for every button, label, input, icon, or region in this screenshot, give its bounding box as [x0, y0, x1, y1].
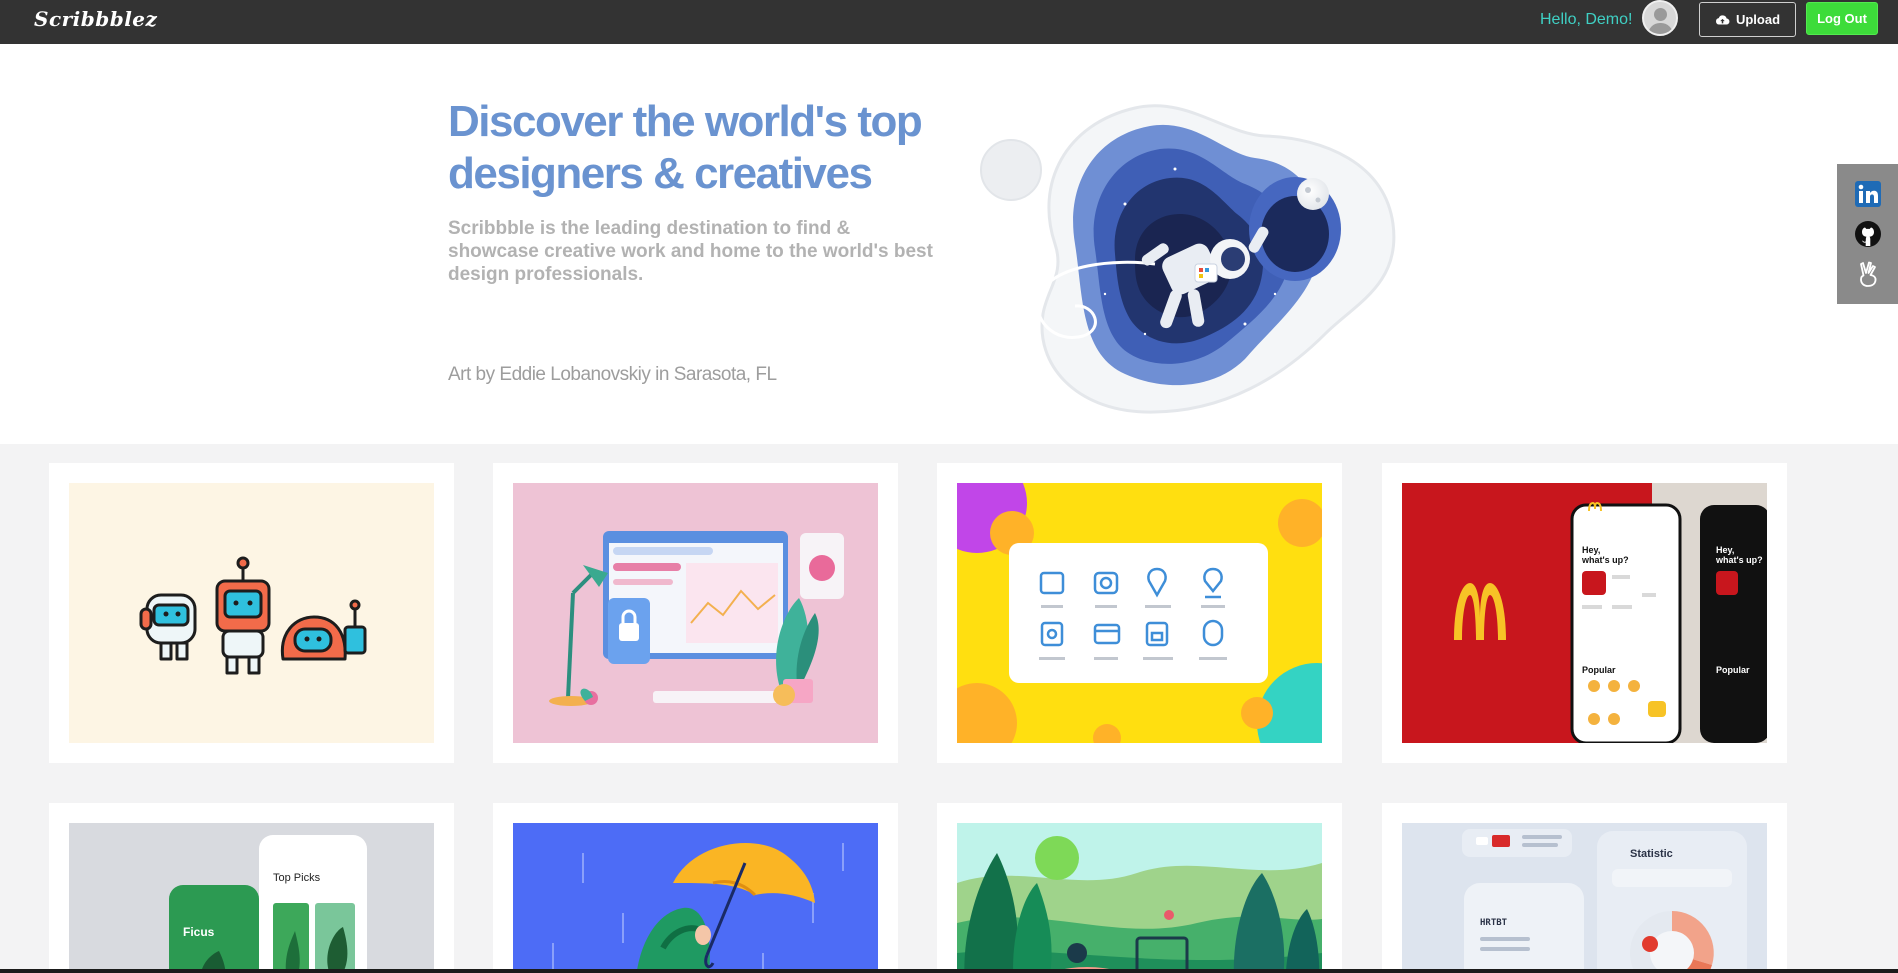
- statistic-text: Statistic: [1630, 848, 1673, 860]
- upload-button-label: Upload: [1735, 12, 1781, 27]
- mcd-hey-text: Hey,: [1582, 545, 1600, 555]
- shot-desk-illustration[interactable]: [513, 483, 878, 743]
- shot-card-6[interactable]: [493, 803, 898, 973]
- user-avatar[interactable]: [1642, 0, 1678, 36]
- linkedin-icon[interactable]: [1854, 180, 1882, 208]
- shot-umbrella-character[interactable]: [513, 823, 878, 973]
- mcd-popular-text-dark: Popular: [1716, 665, 1750, 675]
- shot-robots[interactable]: [69, 483, 434, 743]
- viewport-bottom-edge: [0, 969, 1898, 973]
- shot-icon-grid[interactable]: [957, 483, 1322, 743]
- shot-card-3[interactable]: [937, 463, 1342, 763]
- top-picks-text: Top Picks: [273, 872, 321, 884]
- github-icon[interactable]: [1854, 220, 1882, 248]
- upload-button[interactable]: Upload: [1699, 2, 1796, 37]
- shot-statistic-dashboard[interactable]: Statistic HRTBT: [1402, 823, 1767, 973]
- logout-button[interactable]: Log Out: [1806, 2, 1878, 35]
- site-logo[interactable]: Scribbblez: [34, 7, 157, 31]
- top-nav-bar: Scribbblez Hello, Demo! Upload Log Out: [0, 0, 1898, 44]
- shot-mcdonalds-app[interactable]: Hey, what's up? Popular Hey, what's up? …: [1402, 483, 1767, 743]
- hero-section: Discover the world's top designers & cre…: [0, 44, 1898, 444]
- hrtbt-text: HRTBT: [1480, 918, 1508, 928]
- mcd-popular-text: Popular: [1582, 665, 1616, 675]
- mcd-whats-up-text-dark: what's up?: [1715, 555, 1763, 565]
- shot-card-4[interactable]: Hey, what's up? Popular Hey, what's up? …: [1382, 463, 1787, 763]
- shot-plant-shop-app[interactable]: Top Picks Ficus: [69, 823, 434, 973]
- shot-card-1[interactable]: [49, 463, 454, 763]
- cloud-upload-icon: [1715, 14, 1730, 25]
- mcd-whats-up-text: what's up?: [1581, 555, 1629, 565]
- shot-card-5[interactable]: Top Picks Ficus: [49, 803, 454, 973]
- shot-forest-scene[interactable]: [957, 823, 1322, 973]
- user-greeting: Hello, Demo!: [1540, 11, 1633, 28]
- mcd-hey-text-dark: Hey,: [1716, 545, 1734, 555]
- ficus-text: Ficus: [183, 925, 215, 939]
- angellist-icon[interactable]: [1854, 260, 1882, 288]
- hero-title: Discover the world's top designers & cre…: [448, 97, 923, 198]
- social-links-panel: [1837, 164, 1898, 304]
- shot-card-7[interactable]: [937, 803, 1342, 973]
- astronaut-hero-illustration: [980, 104, 1396, 414]
- shot-card-8[interactable]: Statistic HRTBT: [1382, 803, 1787, 973]
- hero-art-credit[interactable]: Art by Eddie Lobanovskiy in Sarasota, FL: [448, 364, 777, 386]
- hero-subtitle: Scribbble is the leading destination to …: [448, 218, 933, 285]
- shot-card-2[interactable]: [493, 463, 898, 763]
